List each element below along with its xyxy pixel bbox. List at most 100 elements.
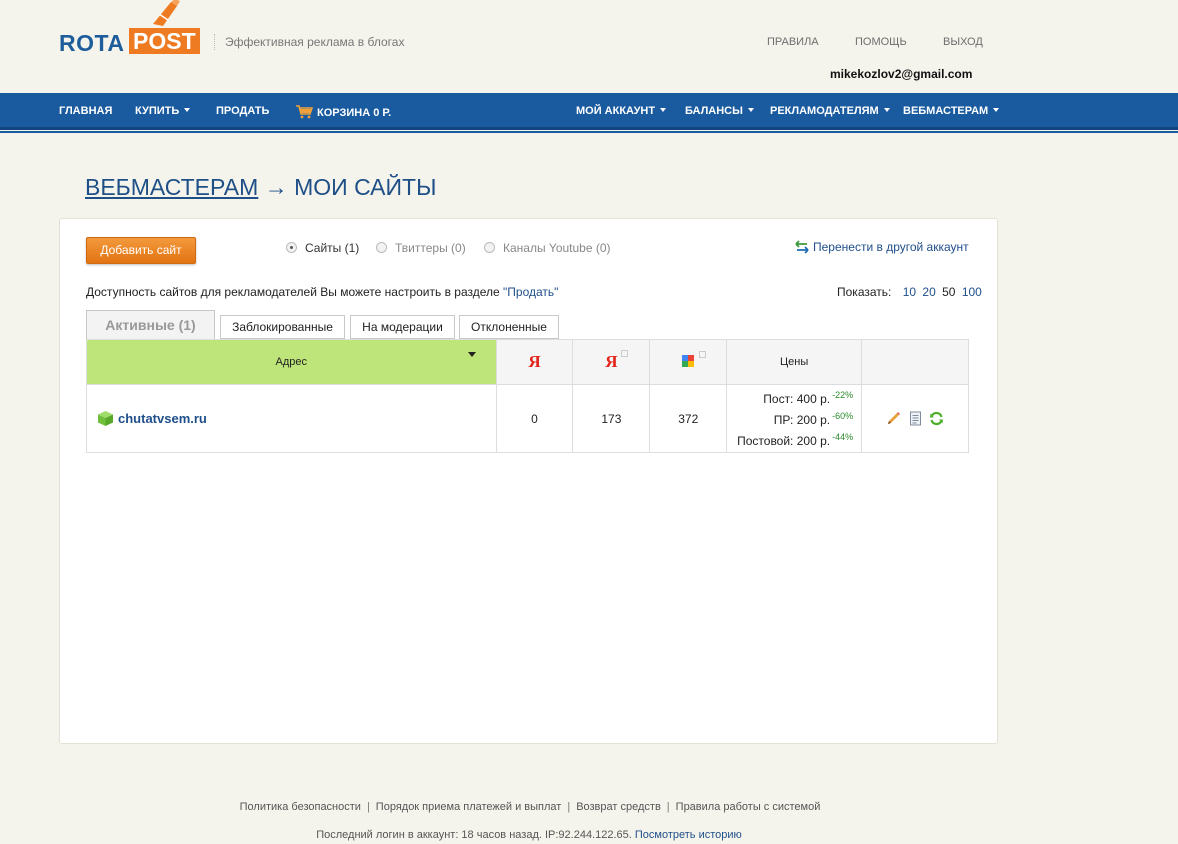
add-site-button[interactable]: Добавить сайт	[86, 237, 196, 264]
caret-down-icon	[747, 108, 754, 112]
caret-down-icon	[993, 108, 1000, 112]
nav-my-account[interactable]: МОЙ АККАУНТ	[576, 105, 667, 117]
price-postovoy-discount: -44%	[832, 432, 854, 442]
radio-sites-label: Сайты (1)	[305, 241, 360, 255]
logout-link[interactable]: ВЫХОД	[943, 36, 983, 48]
nav-home[interactable]: ГЛАВНАЯ	[59, 105, 112, 117]
cell-yandex-tic: 0	[495, 384, 574, 453]
price-pr-label: ПР: 200 р.	[773, 413, 831, 427]
column-google-index[interactable]	[649, 339, 728, 385]
radio-checked-icon	[286, 242, 297, 253]
breadcrumb-webmasters-link[interactable]: ВЕБМАСТЕРАМ	[85, 174, 258, 200]
rotapost-logo[interactable]: ROTA POST	[59, 0, 209, 60]
logo-text-rota: ROTA	[59, 30, 125, 56]
nav-buy-label: КУПИТЬ	[135, 105, 180, 117]
page-size-selector: Показать: 10 20 50 100	[837, 285, 982, 299]
yandex-icon: Я	[528, 352, 541, 371]
breadcrumb: ВЕБМАСТЕРАМ → МОИ САЙТЫ	[85, 174, 436, 201]
main-nav: ГЛАВНАЯ КУПИТЬ ПРОДАТЬ КОРЗИНА 0 Р. МОЙ …	[0, 93, 1178, 133]
radio-twitters[interactable]: Твиттеры (0)	[376, 241, 466, 255]
nav-sell-label: ПРОДАТЬ	[216, 105, 270, 117]
radio-icon	[376, 242, 387, 253]
nav-balances[interactable]: БАЛАНСЫ	[685, 105, 754, 117]
details-document-icon[interactable]	[909, 411, 922, 426]
google-index-icon	[680, 350, 707, 372]
cart-icon	[296, 105, 313, 119]
footer-system-rules-link[interactable]: Правила работы с системой	[676, 801, 821, 813]
page-size-20[interactable]: 20	[922, 285, 935, 299]
page-size-label: Показать:	[837, 285, 892, 299]
pages-icon	[699, 350, 707, 358]
price-postovoy: Постовой: 200 р. -44%	[727, 429, 853, 450]
nav-advertisers[interactable]: РЕКЛАМОДАТЕЛЯМ	[770, 105, 890, 117]
yandex-index-icon: Я	[605, 350, 628, 371]
price-pr: ПР: 200 р. -60%	[727, 408, 853, 429]
nav-cart[interactable]: КОРЗИНА 0 Р.	[296, 105, 391, 119]
site-cell: chutatvsem.ru	[86, 384, 497, 453]
page-size-50-current: 50	[942, 285, 956, 299]
nav-webmasters-label: ВЕБМАСТЕРАМ	[903, 105, 989, 117]
transfer-account-link[interactable]: Перенести в другой аккаунт	[813, 240, 969, 254]
nav-cart-label: КОРЗИНА 0 Р.	[317, 107, 392, 119]
footer-links: Политика безопасности | Порядок приема пла…	[0, 801, 1060, 813]
help-link[interactable]: ПОМОЩЬ	[855, 36, 907, 48]
radio-youtube[interactable]: Каналы Youtube (0)	[484, 241, 611, 255]
refresh-icon[interactable]	[929, 411, 944, 426]
radio-sites[interactable]: Сайты (1)	[286, 241, 359, 255]
tab-rejected[interactable]: Отклоненные	[459, 315, 559, 339]
price-postovoy-label: Постовой: 200 р.	[737, 434, 831, 448]
column-address-label: Адрес	[275, 356, 308, 368]
column-yandex-tic[interactable]: Я	[495, 339, 574, 385]
cell-prices: Пост: 400 р. -22% ПР: 200 р. -60% Постовой…	[726, 384, 863, 453]
column-prices-label: Цены	[780, 356, 809, 368]
availability-text: Доступность сайтов для рекламодателей Вы…	[86, 285, 500, 299]
column-address[interactable]: Адрес	[86, 339, 497, 385]
last-login-info: Последний логин в аккаунт: 18 часов наза…	[0, 829, 1058, 841]
page-title: МОИ САЙТЫ	[294, 174, 437, 200]
nav-sell[interactable]: ПРОДАТЬ	[216, 105, 269, 117]
price-post: Пост: 400 р. -22%	[727, 387, 853, 408]
caret-down-icon	[883, 108, 890, 112]
page-size-10[interactable]: 10	[903, 285, 916, 299]
last-login-text: Последний логин в аккаунт: 18 часов наза…	[316, 829, 632, 841]
price-post-discount: -22%	[832, 390, 854, 400]
edit-pencil-icon[interactable]	[886, 411, 901, 426]
nav-buy[interactable]: КУПИТЬ	[135, 105, 191, 117]
tab-blocked[interactable]: Заблокированные	[220, 315, 345, 339]
sort-down-icon[interactable]	[467, 352, 476, 357]
nav-home-label: ГЛАВНАЯ	[59, 105, 113, 117]
sites-table: Адрес Я Я Цены chutatvsem.ru 0 173 372 П…	[86, 339, 969, 453]
pages-icon	[620, 350, 628, 357]
nav-webmasters[interactable]: ВЕБМАСТЕРАМ	[903, 105, 1000, 117]
table-row: chutatvsem.ru 0 173 372 Пост: 400 р. -22%…	[86, 384, 969, 453]
tab-moderation[interactable]: На модерации	[350, 315, 455, 339]
site-link[interactable]: chutatvsem.ru	[118, 411, 207, 426]
footer-separator: |	[366, 801, 370, 813]
footer-payments-link[interactable]: Порядок приема платежей и выплат	[376, 801, 562, 813]
google-icon	[682, 354, 695, 367]
column-prices[interactable]: Цены	[726, 339, 863, 385]
breadcrumb-arrow: →	[264, 174, 288, 200]
footer-separator: |	[567, 801, 571, 813]
sell-section-link[interactable]: "Продать"	[503, 285, 558, 299]
transfer-account: Перенести в другой аккаунт	[794, 240, 969, 254]
page-size-100[interactable]: 100	[962, 285, 982, 299]
tab-active[interactable]: Активные (1)	[86, 310, 215, 340]
site-cube-icon	[98, 411, 113, 426]
footer-security-policy-link[interactable]: Политика безопасности	[240, 801, 361, 813]
price-pr-discount: -60%	[832, 411, 854, 421]
column-yandex-index[interactable]: Я	[572, 339, 651, 385]
login-history-link[interactable]: Посмотреть историю	[635, 829, 742, 841]
rules-link[interactable]: ПРАВИЛА	[767, 36, 819, 48]
price-post-label: Пост: 400 р.	[763, 392, 831, 406]
cell-google-index: 372	[649, 384, 728, 453]
radio-youtube-label: Каналы Youtube (0)	[503, 241, 611, 255]
availability-note: Доступность сайтов для рекламодателей Вы…	[86, 285, 558, 299]
footer-separator: |	[666, 801, 670, 813]
nav-my-account-label: МОЙ АККАУНТ	[576, 105, 656, 117]
user-email: mikekozlov2@gmail.com	[830, 67, 973, 81]
nav-balances-label: БАЛАНСЫ	[685, 105, 743, 117]
tagline: Эффективная реклама в блогах	[214, 34, 404, 50]
footer-refunds-link[interactable]: Возврат средств	[576, 801, 661, 813]
nav-advertisers-label: РЕКЛАМОДАТЕЛЯМ	[770, 105, 879, 117]
